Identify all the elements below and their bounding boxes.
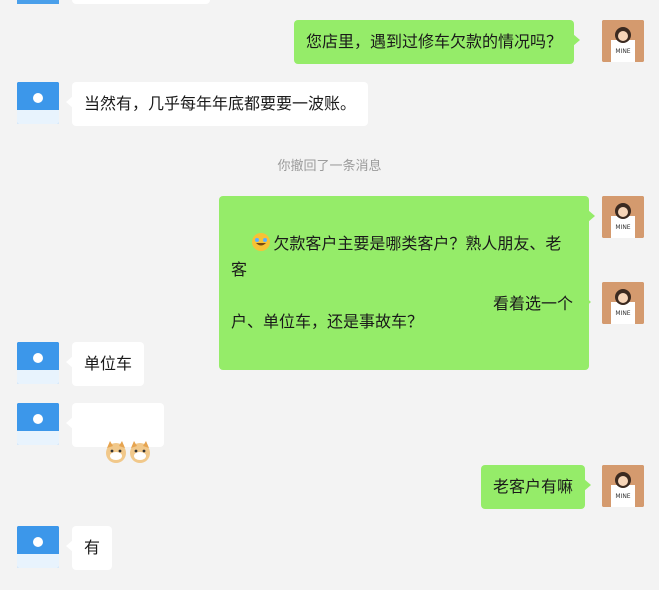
self-avatar[interactable]: MINE [602,282,644,324]
message-bubble-other[interactable]: 单位车 [65,342,145,386]
message-bubble-other[interactable]: 有 [65,526,113,570]
message-bubble-self[interactable]: 您店里，遇到过修车欠款的情况吗？ [294,20,581,64]
self-avatar[interactable]: MINE [602,196,644,238]
chat-area: MINE 您店里，遇到过修车欠款的情况吗？ 当然有，几乎每年年底都要要一波账。 … [0,0,659,590]
self-avatar[interactable]: MINE [602,465,644,507]
message-text: 欠款客户主要是哪类客户？熟人朋友、老客 [231,234,562,279]
laugh-cry-emoji-icon [251,232,271,252]
svg-text:MINE: MINE [615,224,630,231]
message-bubble-other[interactable]: 当然有，几乎每年年底都要要一波账。 [65,82,369,126]
contact-avatar[interactable] [17,82,59,124]
svg-text:MINE: MINE [615,493,630,500]
doge-emoji-icon [128,440,152,464]
contact-avatar[interactable] [17,342,59,384]
message-text: 户、单位车，还是事故车？ [231,312,424,331]
message-bubble-partial [72,0,210,4]
contact-avatar[interactable] [17,0,59,4]
message-bubble-other[interactable] [65,403,165,463]
message-bubble-self[interactable]: 老客户有嘛 [481,465,592,509]
self-avatar[interactable]: MINE [602,20,644,62]
recall-notice: 你撤回了一条消息 [277,159,382,174]
message-bubble-self[interactable]: 看着选一个 [481,282,592,326]
doge-emoji-icon [104,440,128,464]
contact-avatar[interactable] [17,526,59,568]
contact-avatar[interactable] [17,403,59,445]
svg-text:MINE: MINE [615,48,630,55]
svg-text:MINE: MINE [615,310,630,317]
